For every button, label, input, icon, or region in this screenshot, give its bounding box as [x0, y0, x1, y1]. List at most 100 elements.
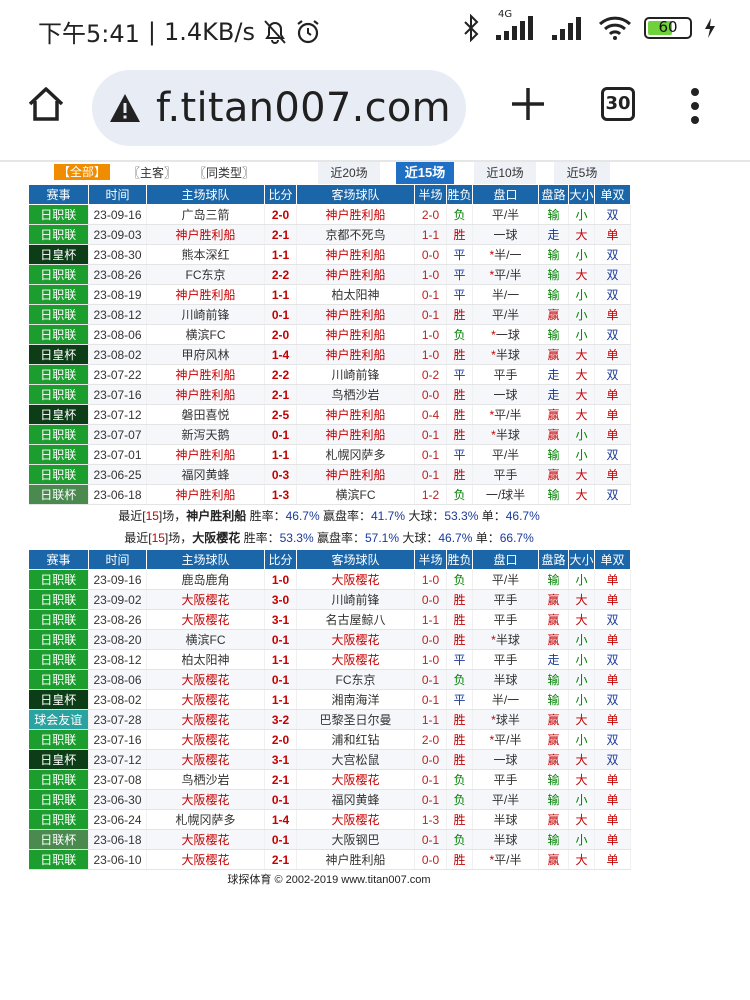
score-cell[interactable]: 2-1 [264, 224, 297, 245]
table-row[interactable]: 日皇杯 23-07-12 大阪樱花 3-1 大宫松鼠 0-0 胜 一球 赢大双 [28, 749, 631, 770]
home-team-cell[interactable]: 大阪樱花 [146, 689, 265, 710]
home-team-cell[interactable]: 神户胜利船 [146, 364, 265, 385]
home-team-cell[interactable]: 鸟栖沙岩 [146, 769, 265, 790]
league-cell[interactable]: 日职联 [28, 769, 89, 790]
table-row[interactable]: 日职联 23-07-01 神户胜利船 1-1 札幌冈萨多 0-1 平 平/半 输小双 [28, 444, 631, 465]
table-row[interactable]: 日皇杯 23-08-30 熊本深红 1-1 神户胜利船 0-0 平 *半/一输小双 [28, 244, 631, 265]
away-team-cell[interactable]: 福冈黄蜂 [296, 789, 415, 810]
score-cell[interactable]: 2-2 [264, 264, 297, 285]
score-cell[interactable]: 1-1 [264, 244, 297, 265]
league-cell[interactable]: 日职联 [28, 464, 89, 485]
league-cell[interactable]: 日职联 [28, 649, 89, 670]
table-row[interactable]: 日皇杯 23-08-02 甲府风林 1-4 神户胜利船 1-0 胜 *半球赢大单 [28, 344, 631, 365]
league-cell[interactable]: 日职联 [28, 569, 89, 590]
table-row[interactable]: 球会友谊 23-07-28 大阪樱花 3-2 巴黎圣日尔曼 1-1 胜 *球半赢大单 [28, 709, 631, 730]
score-cell[interactable]: 1-0 [264, 569, 297, 590]
score-cell[interactable]: 2-1 [264, 849, 297, 870]
url-text[interactable]: f.titan007.com [156, 85, 451, 131]
table-row[interactable]: 日职联 23-06-10 大阪樱花 2-1 神户胜利船 0-0 胜 *平/半赢大单 [28, 849, 631, 870]
away-team-cell[interactable]: 大阪樱花 [296, 569, 415, 590]
score-cell[interactable]: 3-0 [264, 589, 297, 610]
score-cell[interactable]: 0-1 [264, 304, 297, 325]
score-cell[interactable]: 1-4 [264, 344, 297, 365]
league-cell[interactable]: 日职联 [28, 789, 89, 810]
home-team-cell[interactable]: 大阪樱花 [146, 709, 265, 730]
league-cell[interactable]: 日职联 [28, 264, 89, 285]
league-cell[interactable]: 日皇杯 [28, 689, 89, 710]
table-row[interactable]: 日职联 23-08-19 神户胜利船 1-1 柏太阳神 0-1 平 半/一 输小双 [28, 284, 631, 305]
league-cell[interactable]: 日职联 [28, 849, 89, 870]
home-team-cell[interactable]: 广岛三箭 [146, 204, 265, 225]
table-row[interactable]: 日职联 23-07-16 神户胜利船 2-1 鸟栖沙岩 0-0 胜 一球 走大单 [28, 384, 631, 405]
filter-home-away[interactable]: 〖主客〗 [128, 164, 176, 181]
home-team-cell[interactable]: 熊本深红 [146, 244, 265, 265]
home-team-cell[interactable]: 大阪樱花 [146, 789, 265, 810]
score-cell[interactable]: 2-1 [264, 384, 297, 405]
away-team-cell[interactable]: 神户胜利船 [296, 344, 415, 365]
filter-last-10[interactable]: 近10场 [474, 162, 536, 184]
home-team-cell[interactable]: 神户胜利船 [146, 284, 265, 305]
league-cell[interactable]: 日联杯 [28, 484, 89, 505]
away-team-cell[interactable]: 名古屋鲸八 [296, 609, 415, 630]
score-cell[interactable]: 0-1 [264, 789, 297, 810]
score-cell[interactable]: 1-1 [264, 444, 297, 465]
home-team-cell[interactable]: 新泻天鹅 [146, 424, 265, 445]
league-cell[interactable]: 日联杯 [28, 829, 89, 850]
away-team-cell[interactable]: 神户胜利船 [296, 324, 415, 345]
away-team-cell[interactable]: 神户胜利船 [296, 404, 415, 425]
league-cell[interactable]: 日职联 [28, 629, 89, 650]
away-team-cell[interactable]: 神户胜利船 [296, 849, 415, 870]
score-cell[interactable]: 0-1 [264, 629, 297, 650]
table-row[interactable]: 日皇杯 23-08-02 大阪樱花 1-1 湘南海洋 0-1 平 半/一 输小双 [28, 689, 631, 710]
score-cell[interactable]: 1-1 [264, 649, 297, 670]
table-row[interactable]: 日职联 23-08-06 大阪樱花 0-1 FC东京 0-1 负半球输小单 [28, 669, 631, 690]
table-row[interactable]: 日职联 23-07-16 大阪樱花 2-0 浦和红钻 2-0 胜 *平/半赢小双 [28, 729, 631, 750]
league-cell[interactable]: 日职联 [28, 284, 89, 305]
home-team-cell[interactable]: 大阪樱花 [146, 729, 265, 750]
table-row[interactable]: 日职联 23-07-07 新泻天鹅 0-1 神户胜利船 0-1 胜 *半球赢小单 [28, 424, 631, 445]
warning-icon[interactable] [108, 91, 142, 125]
score-cell[interactable]: 2-0 [264, 324, 297, 345]
league-cell[interactable]: 日职联 [28, 729, 89, 750]
league-cell[interactable]: 日职联 [28, 809, 89, 830]
home-team-cell[interactable]: 大阪樱花 [146, 849, 265, 870]
away-team-cell[interactable]: 大阪樱花 [296, 769, 415, 790]
table-row[interactable]: 日职联 23-09-16 广岛三箭 2-0 神户胜利船 2-0 负平/半输小双 [28, 204, 631, 225]
league-cell[interactable]: 日皇杯 [28, 244, 89, 265]
away-team-cell[interactable]: 大宫松鼠 [296, 749, 415, 770]
away-team-cell[interactable]: 神户胜利船 [296, 464, 415, 485]
table-row[interactable]: 日职联 23-08-26 FC东京 2-2 神户胜利船 1-0 平 *平/半输大双 [28, 264, 631, 285]
league-cell[interactable]: 日职联 [28, 304, 89, 325]
away-team-cell[interactable]: 横滨FC [296, 484, 415, 505]
score-cell[interactable]: 0-1 [264, 669, 297, 690]
away-team-cell[interactable]: 大阪樱花 [296, 809, 415, 830]
league-cell[interactable]: 日职联 [28, 669, 89, 690]
away-team-cell[interactable]: 浦和红钻 [296, 729, 415, 750]
score-cell[interactable]: 3-1 [264, 749, 297, 770]
table-row[interactable]: 日联杯 23-06-18 大阪樱花 0-1 大阪钢巴 0-1 负半球输小单 [28, 829, 631, 850]
league-cell[interactable]: 日职联 [28, 384, 89, 405]
table-row[interactable]: 日职联 23-09-03 神户胜利船 2-1 京都不死鸟 1-1 胜 一球 走大单 [28, 224, 631, 245]
table-row[interactable]: 日职联 23-07-22 神户胜利船 2-2 川崎前锋 0-2 平 平手 走大双 [28, 364, 631, 385]
away-team-cell[interactable]: 大阪钢巴 [296, 829, 415, 850]
league-cell[interactable]: 日职联 [28, 589, 89, 610]
home-team-cell[interactable]: 甲府风林 [146, 344, 265, 365]
score-cell[interactable]: 1-1 [264, 284, 297, 305]
score-cell[interactable]: 1-3 [264, 484, 297, 505]
league-cell[interactable]: 日职联 [28, 444, 89, 465]
score-cell[interactable]: 3-1 [264, 609, 297, 630]
tab-count-button[interactable]: 30 [601, 87, 635, 121]
away-team-cell[interactable]: 巴黎圣日尔曼 [296, 709, 415, 730]
filter-last-20[interactable]: 近20场 [318, 162, 380, 184]
score-cell[interactable]: 3-2 [264, 709, 297, 730]
away-team-cell[interactable]: 神户胜利船 [296, 424, 415, 445]
league-cell[interactable]: 日皇杯 [28, 344, 89, 365]
score-cell[interactable]: 2-2 [264, 364, 297, 385]
home-team-cell[interactable]: 横滨FC [146, 324, 265, 345]
league-cell[interactable]: 日职联 [28, 609, 89, 630]
table-row[interactable]: 日职联 23-06-24 札幌冈萨多 1-4 大阪樱花 1-3 胜 半球 赢大单 [28, 809, 631, 830]
score-cell[interactable]: 0-3 [264, 464, 297, 485]
away-team-cell[interactable]: 川崎前锋 [296, 364, 415, 385]
score-cell[interactable]: 2-0 [264, 204, 297, 225]
table-row[interactable]: 日职联 23-08-26 大阪樱花 3-1 名古屋鲸八 1-1 胜 平手 赢大双 [28, 609, 631, 630]
